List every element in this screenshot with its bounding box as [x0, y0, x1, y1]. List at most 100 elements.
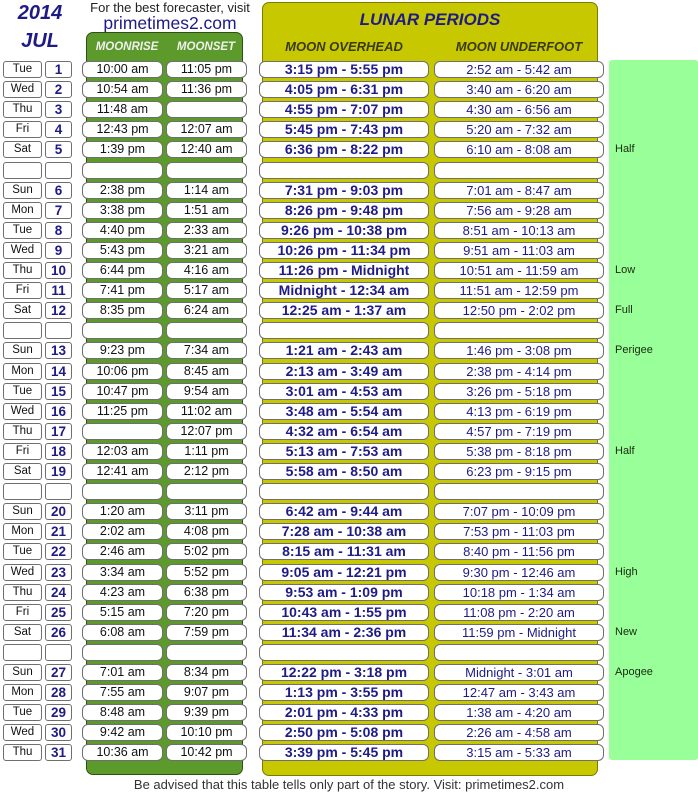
moon-overhead-cell [259, 322, 429, 339]
moon-overhead-cell: 1:21 am - 2:43 am [259, 342, 429, 359]
day-cell: Wed [3, 81, 42, 98]
moon-overhead-cell: 5:13 am - 7:53 am [259, 443, 429, 460]
moonset-cell: 5:17 am [166, 282, 247, 299]
moon-overhead-cell: 3:15 pm - 5:55 pm [259, 61, 429, 78]
moon-underfoot-cell: 1:38 am - 4:20 am [434, 704, 604, 721]
moon-overhead-cell: 2:13 am - 3:49 am [259, 363, 429, 380]
month-label: JUL [21, 30, 59, 52]
date-cell: 6 [45, 182, 72, 199]
day-cell: Mon [3, 684, 42, 701]
day-cell: Tue [3, 61, 42, 78]
moon-underfoot-cell: 1:46 pm - 3:08 pm [434, 342, 604, 359]
day-cell: Fri [3, 121, 42, 138]
day-cell: Wed [3, 403, 42, 420]
moonrise-cell: 9:23 pm [82, 342, 163, 359]
date-cell: 14 [45, 363, 72, 380]
promo-link[interactable]: primetimes2.com [80, 13, 260, 33]
moon-overhead-cell: 9:26 pm - 10:38 pm [259, 222, 429, 239]
side-note-label: New [615, 626, 638, 638]
moonset-cell: 10:42 pm [166, 744, 247, 761]
moon-overhead-cell: 4:32 am - 6:54 am [259, 423, 429, 440]
moon-overhead-cell: 11:34 am - 2:36 pm [259, 624, 429, 641]
date-cell: 15 [45, 383, 72, 400]
moonset-cell: 11:36 pm [166, 81, 247, 98]
date-cell: 25 [45, 604, 72, 621]
moon-underfoot-cell: Midnight - 3:01 am [434, 664, 604, 681]
day-cell: Tue [3, 222, 42, 239]
date-cell: 31 [45, 744, 72, 761]
moon-underfoot-cell: 12:47 am - 3:43 am [434, 684, 604, 701]
moonrise-cell: 10:06 pm [82, 363, 163, 380]
moon-overhead-cell: 12:25 am - 1:37 am [259, 302, 429, 319]
moonset-header: MOONSET [176, 41, 236, 53]
date-cell [45, 483, 72, 500]
day-cell: Wed [3, 724, 42, 741]
moonrise-cell [82, 322, 163, 339]
day-cell: Fri [3, 282, 42, 299]
moon-underfoot-cell: 4:30 am - 6:56 am [434, 101, 604, 118]
day-cell: Tue [3, 383, 42, 400]
moonset-cell: 7:34 am [166, 342, 247, 359]
moonrise-cell: 9:42 am [82, 724, 163, 741]
moon-underfoot-cell: 8:40 pm - 11:56 pm [434, 543, 604, 560]
day-cell: Thu [3, 101, 42, 118]
moonset-cell: 9:39 pm [166, 704, 247, 721]
moonset-cell [166, 101, 247, 118]
moonrise-cell [82, 162, 163, 179]
moonrise-cell: 5:43 pm [82, 242, 163, 259]
moonrise-cell: 6:08 am [82, 624, 163, 641]
moon-overhead-cell: 8:15 am - 11:31 am [259, 543, 429, 560]
moon-overhead-cell: 3:48 am - 5:54 am [259, 403, 429, 420]
moon-underfoot-cell: 9:30 pm - 12:46 am [434, 564, 604, 581]
moon-underfoot-cell [434, 322, 604, 339]
date-cell: 4 [45, 121, 72, 138]
day-cell: Sun [3, 664, 42, 681]
date-cell: 18 [45, 443, 72, 460]
day-cell: Wed [3, 242, 42, 259]
moon-underfoot-cell: 7:53 pm - 11:03 pm [434, 523, 604, 540]
moonset-cell: 7:20 pm [166, 604, 247, 621]
side-note-label: Full [615, 304, 633, 316]
moon-underfoot-cell: 3:15 am - 5:33 am [434, 744, 604, 761]
moonrise-cell: 11:25 pm [82, 403, 163, 420]
side-note-label: Low [615, 264, 636, 276]
moon-underfoot-cell [434, 644, 604, 661]
moon-overhead-cell: Midnight - 12:34 am [259, 282, 429, 299]
moonset-cell: 2:33 am [166, 222, 247, 239]
day-cell [3, 322, 42, 339]
moonset-cell: 8:34 pm [166, 664, 247, 681]
day-cell [3, 483, 42, 500]
moon-overhead-cell: 2:50 pm - 5:08 pm [259, 724, 429, 741]
moonrise-cell: 3:34 am [82, 564, 163, 581]
moonset-cell [166, 483, 247, 500]
moon-overhead-cell: 9:05 am - 12:21 pm [259, 564, 429, 581]
moonset-cell: 5:02 pm [166, 543, 247, 560]
footer-disclaimer: Be advised that this table tells only pa… [133, 777, 565, 792]
day-cell [3, 162, 42, 179]
moonset-cell: 11:02 am [166, 403, 247, 420]
date-cell: 30 [45, 724, 72, 741]
day-cell: Fri [3, 443, 42, 460]
date-cell: 13 [45, 342, 72, 359]
moonset-cell: 11:05 pm [166, 61, 247, 78]
moonset-cell: 8:45 am [166, 363, 247, 380]
moon-underfoot-cell: 5:20 am - 7:32 am [434, 121, 604, 138]
moon-overhead-cell: 7:31 pm - 9:03 pm [259, 182, 429, 199]
moon-overhead-cell: 5:58 am - 8:50 am [259, 463, 429, 480]
moonset-cell: 12:40 am [166, 141, 247, 158]
date-cell: 1 [45, 61, 72, 78]
moonrise-cell: 5:15 am [82, 604, 163, 621]
moon-overhead-cell: 5:45 pm - 7:43 pm [259, 121, 429, 138]
moonset-cell: 1:51 am [166, 202, 247, 219]
date-cell: 22 [45, 543, 72, 560]
day-cell: Mon [3, 363, 42, 380]
date-cell [45, 322, 72, 339]
moonset-cell: 1:14 am [166, 182, 247, 199]
moon-overhead-cell: 10:26 pm - 11:34 pm [259, 242, 429, 259]
moon-underfoot-cell: 7:56 am - 9:28 am [434, 202, 604, 219]
moon-overhead-cell: 1:13 pm - 3:55 pm [259, 684, 429, 701]
moonset-cell: 4:16 am [166, 262, 247, 279]
side-note-label: Apogee [615, 666, 653, 678]
day-cell: Mon [3, 523, 42, 540]
moon-underfoot-cell: 4:57 pm - 7:19 pm [434, 423, 604, 440]
